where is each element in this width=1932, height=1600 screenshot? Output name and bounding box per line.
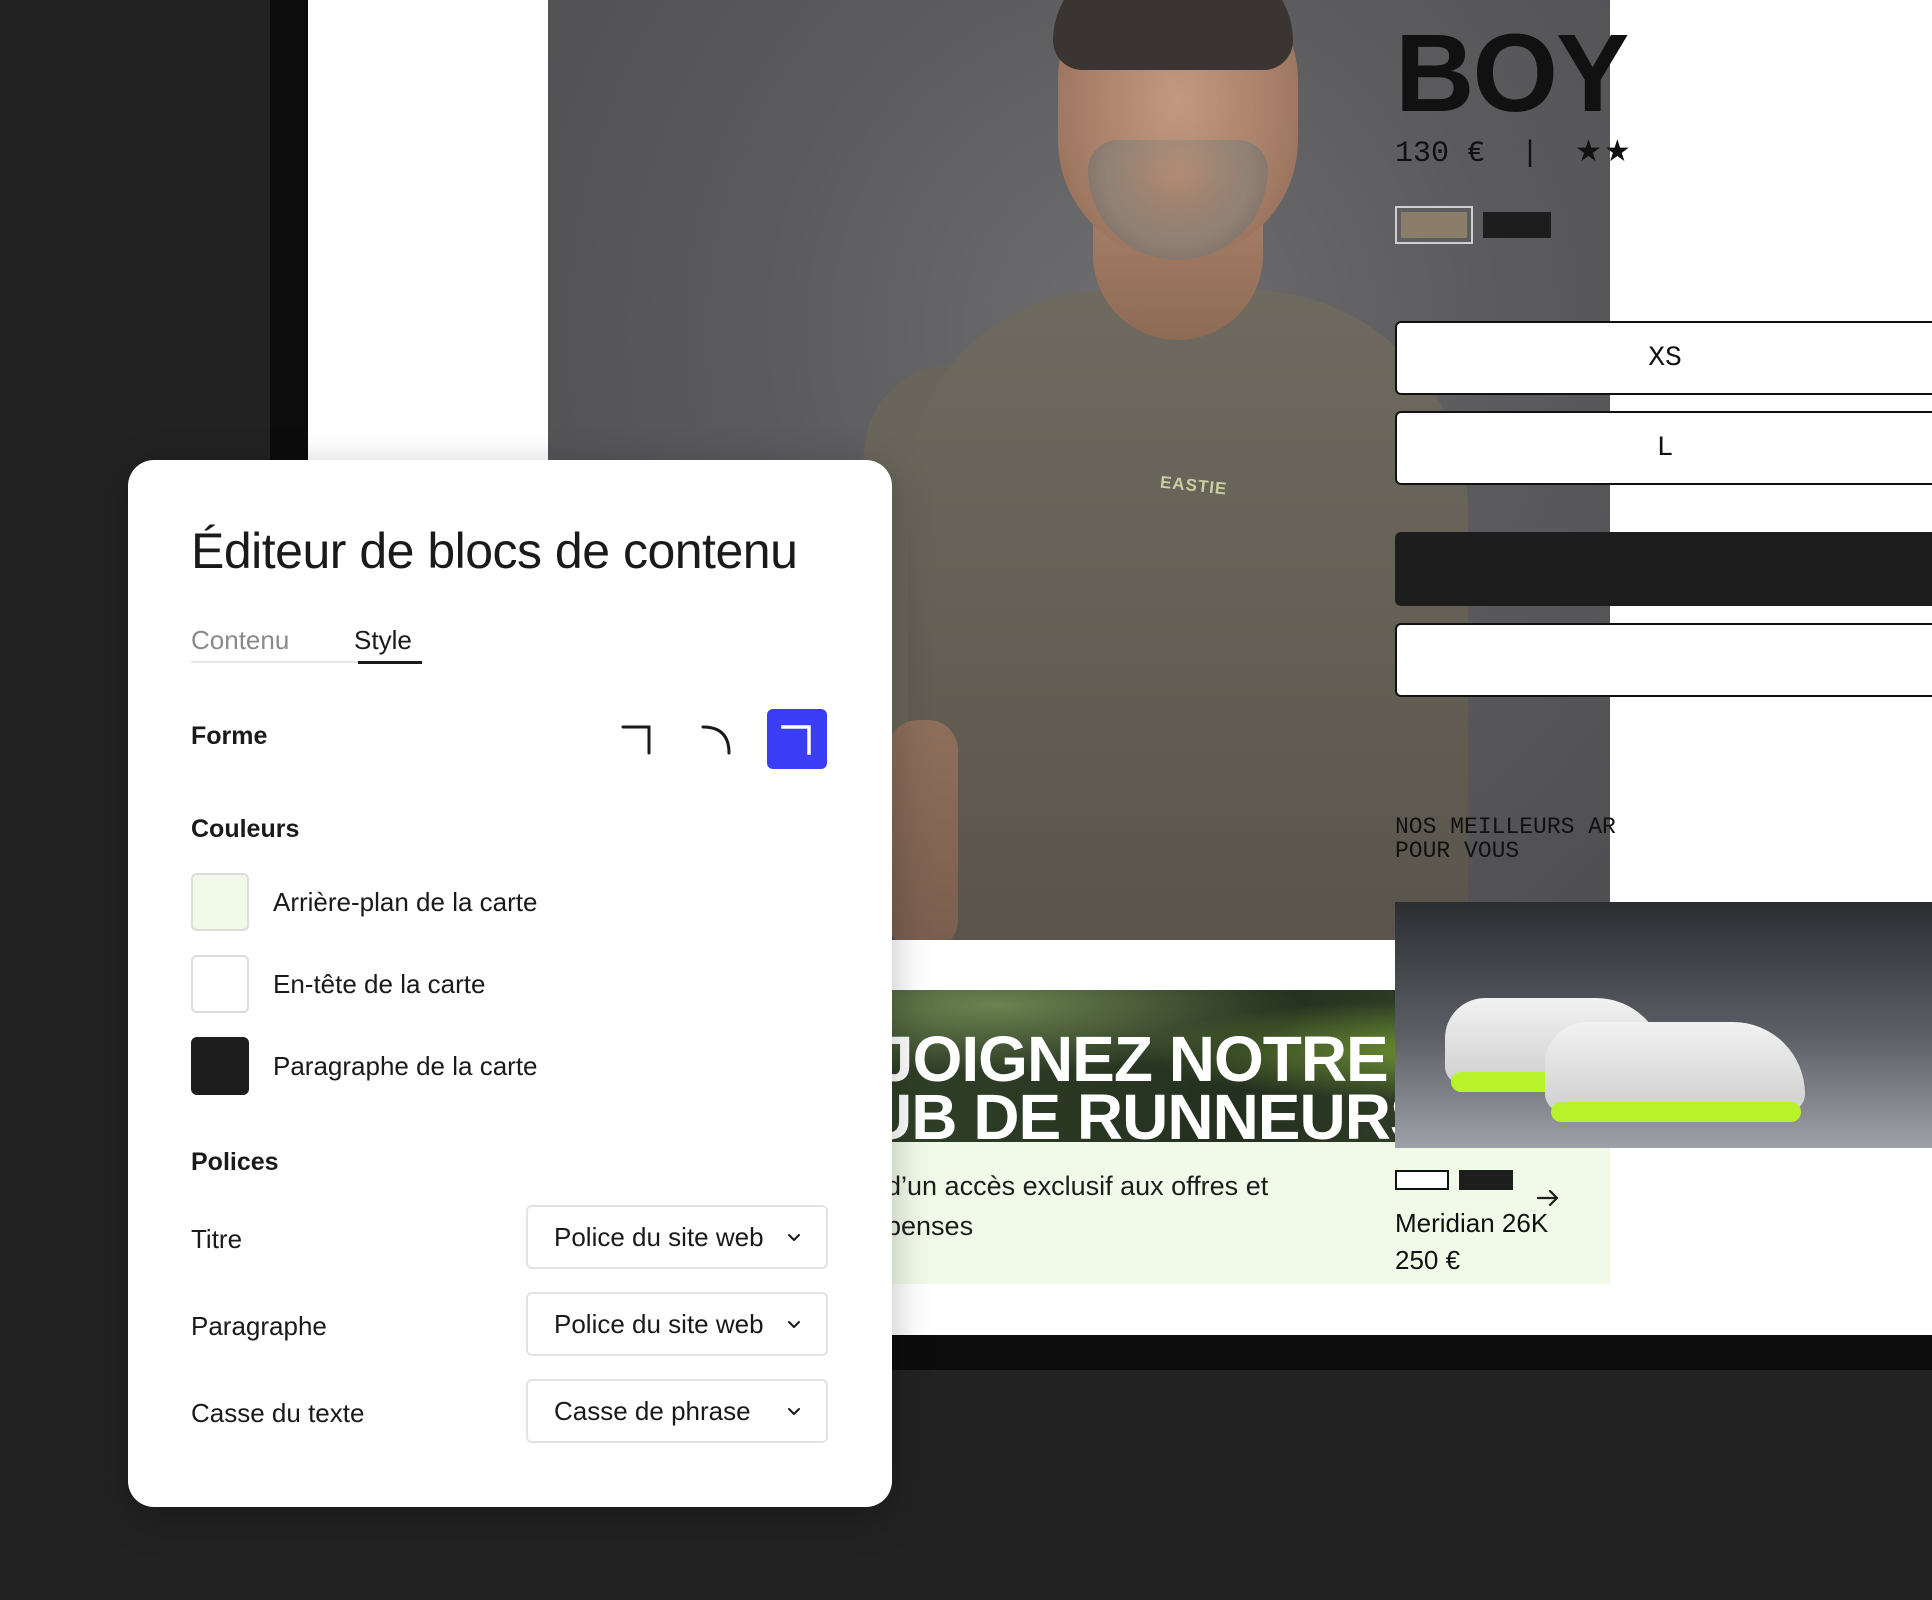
chevron-down-icon (788, 1321, 800, 1328)
rounded-corner-icon (701, 725, 731, 755)
active-tab-underline (358, 661, 422, 664)
recommendations-heading: NOS MEILLEURS AR POUR VOUS (1395, 814, 1616, 864)
price-separator: | (1521, 137, 1540, 171)
color-label-card-header: En-tête de la carte (273, 968, 486, 999)
photo-shirt (908, 290, 1468, 940)
color-swatches (1395, 206, 1551, 244)
font-paragraph-label: Paragraphe (191, 1311, 327, 1341)
size-xs-label: XS (1648, 342, 1682, 374)
color-label-card-background: Arrière-plan de la carte (273, 886, 538, 917)
size-l-label: L (1656, 432, 1674, 464)
colors-section-label: Couleurs (191, 815, 300, 843)
color-label-card-paragraph: Paragraphe de la carte (273, 1050, 538, 1081)
text-case-value: Casse de phrase (554, 1395, 751, 1426)
promo-text: d’un accès exclusif aux offres et penses (888, 1166, 1386, 1246)
promo-text-line2: penses (888, 1211, 974, 1241)
text-case-select[interactable]: Casse de phrase (526, 1379, 828, 1443)
tab-style[interactable]: Style (354, 625, 412, 656)
font-paragraph-select[interactable]: Police du site web (526, 1292, 828, 1356)
color-row-card-header[interactable]: En-tête de la carte (191, 955, 485, 1013)
editor-tabs: Contenu Style (191, 625, 422, 664)
shape-square-button[interactable] (607, 709, 667, 769)
color-row-card-paragraph[interactable]: Paragraphe de la carte (191, 1037, 538, 1095)
photo-hair (1053, 0, 1293, 70)
shape-sharp-button[interactable] (767, 709, 827, 769)
swatch-black[interactable] (1483, 212, 1551, 238)
panel-title: Éditeur de blocs de contenu (191, 523, 798, 579)
color-swatch-card-background[interactable] (191, 873, 249, 931)
swatch-selected[interactable] (1395, 206, 1473, 244)
price-row: 130 € | ★★ (1395, 134, 1633, 171)
add-to-cart-button[interactable] (1395, 532, 1932, 606)
photo-arm (888, 720, 958, 940)
font-title-label: Titre (191, 1224, 243, 1254)
content-block-editor-panel: Éditeur de blocs de contenu Contenu Styl… (128, 460, 892, 1507)
font-paragraph-value: Police du site web (554, 1308, 764, 1339)
shoe-right (1545, 1022, 1805, 1112)
tab-content[interactable]: Contenu (191, 625, 289, 656)
shape-section-label: Forme (191, 722, 268, 750)
product-title: BOY (1395, 12, 1629, 135)
recommendation-image[interactable] (1395, 902, 1932, 1148)
size-xs-button[interactable]: XS (1395, 321, 1932, 395)
fonts-section-label: Polices (191, 1148, 279, 1176)
product-price: 130 € (1395, 137, 1486, 171)
font-title-select[interactable]: Police du site web (526, 1205, 828, 1269)
color-row-card-background[interactable]: Arrière-plan de la carte (191, 873, 537, 931)
square-corner-icon (621, 725, 651, 755)
swatch-black[interactable] (1459, 1170, 1513, 1190)
secondary-button[interactable] (1395, 623, 1932, 697)
recommendation-price: 250 € (1395, 1245, 1461, 1275)
rating-stars: ★★ (1575, 137, 1633, 171)
chevron-down-icon (788, 1234, 800, 1241)
square-corner-icon (781, 725, 811, 755)
color-swatch-card-paragraph[interactable] (191, 1037, 249, 1095)
text-case-label: Casse du texte (191, 1398, 365, 1428)
swatch-white[interactable] (1395, 1170, 1449, 1190)
promo-text-line1: d’un accès exclusif aux offres et (888, 1171, 1269, 1201)
swatch-khaki (1401, 212, 1467, 238)
font-title-value: Police du site web (554, 1221, 764, 1252)
size-l-button[interactable]: L (1395, 411, 1932, 485)
shape-rounded-button[interactable] (687, 709, 747, 769)
chevron-down-icon (788, 1408, 800, 1415)
color-swatch-card-header[interactable] (191, 955, 249, 1013)
recommendation-swatches (1395, 1170, 1513, 1190)
shoe-right-sole (1551, 1102, 1801, 1122)
recommendation-name[interactable]: Meridian 26K (1395, 1208, 1548, 1239)
